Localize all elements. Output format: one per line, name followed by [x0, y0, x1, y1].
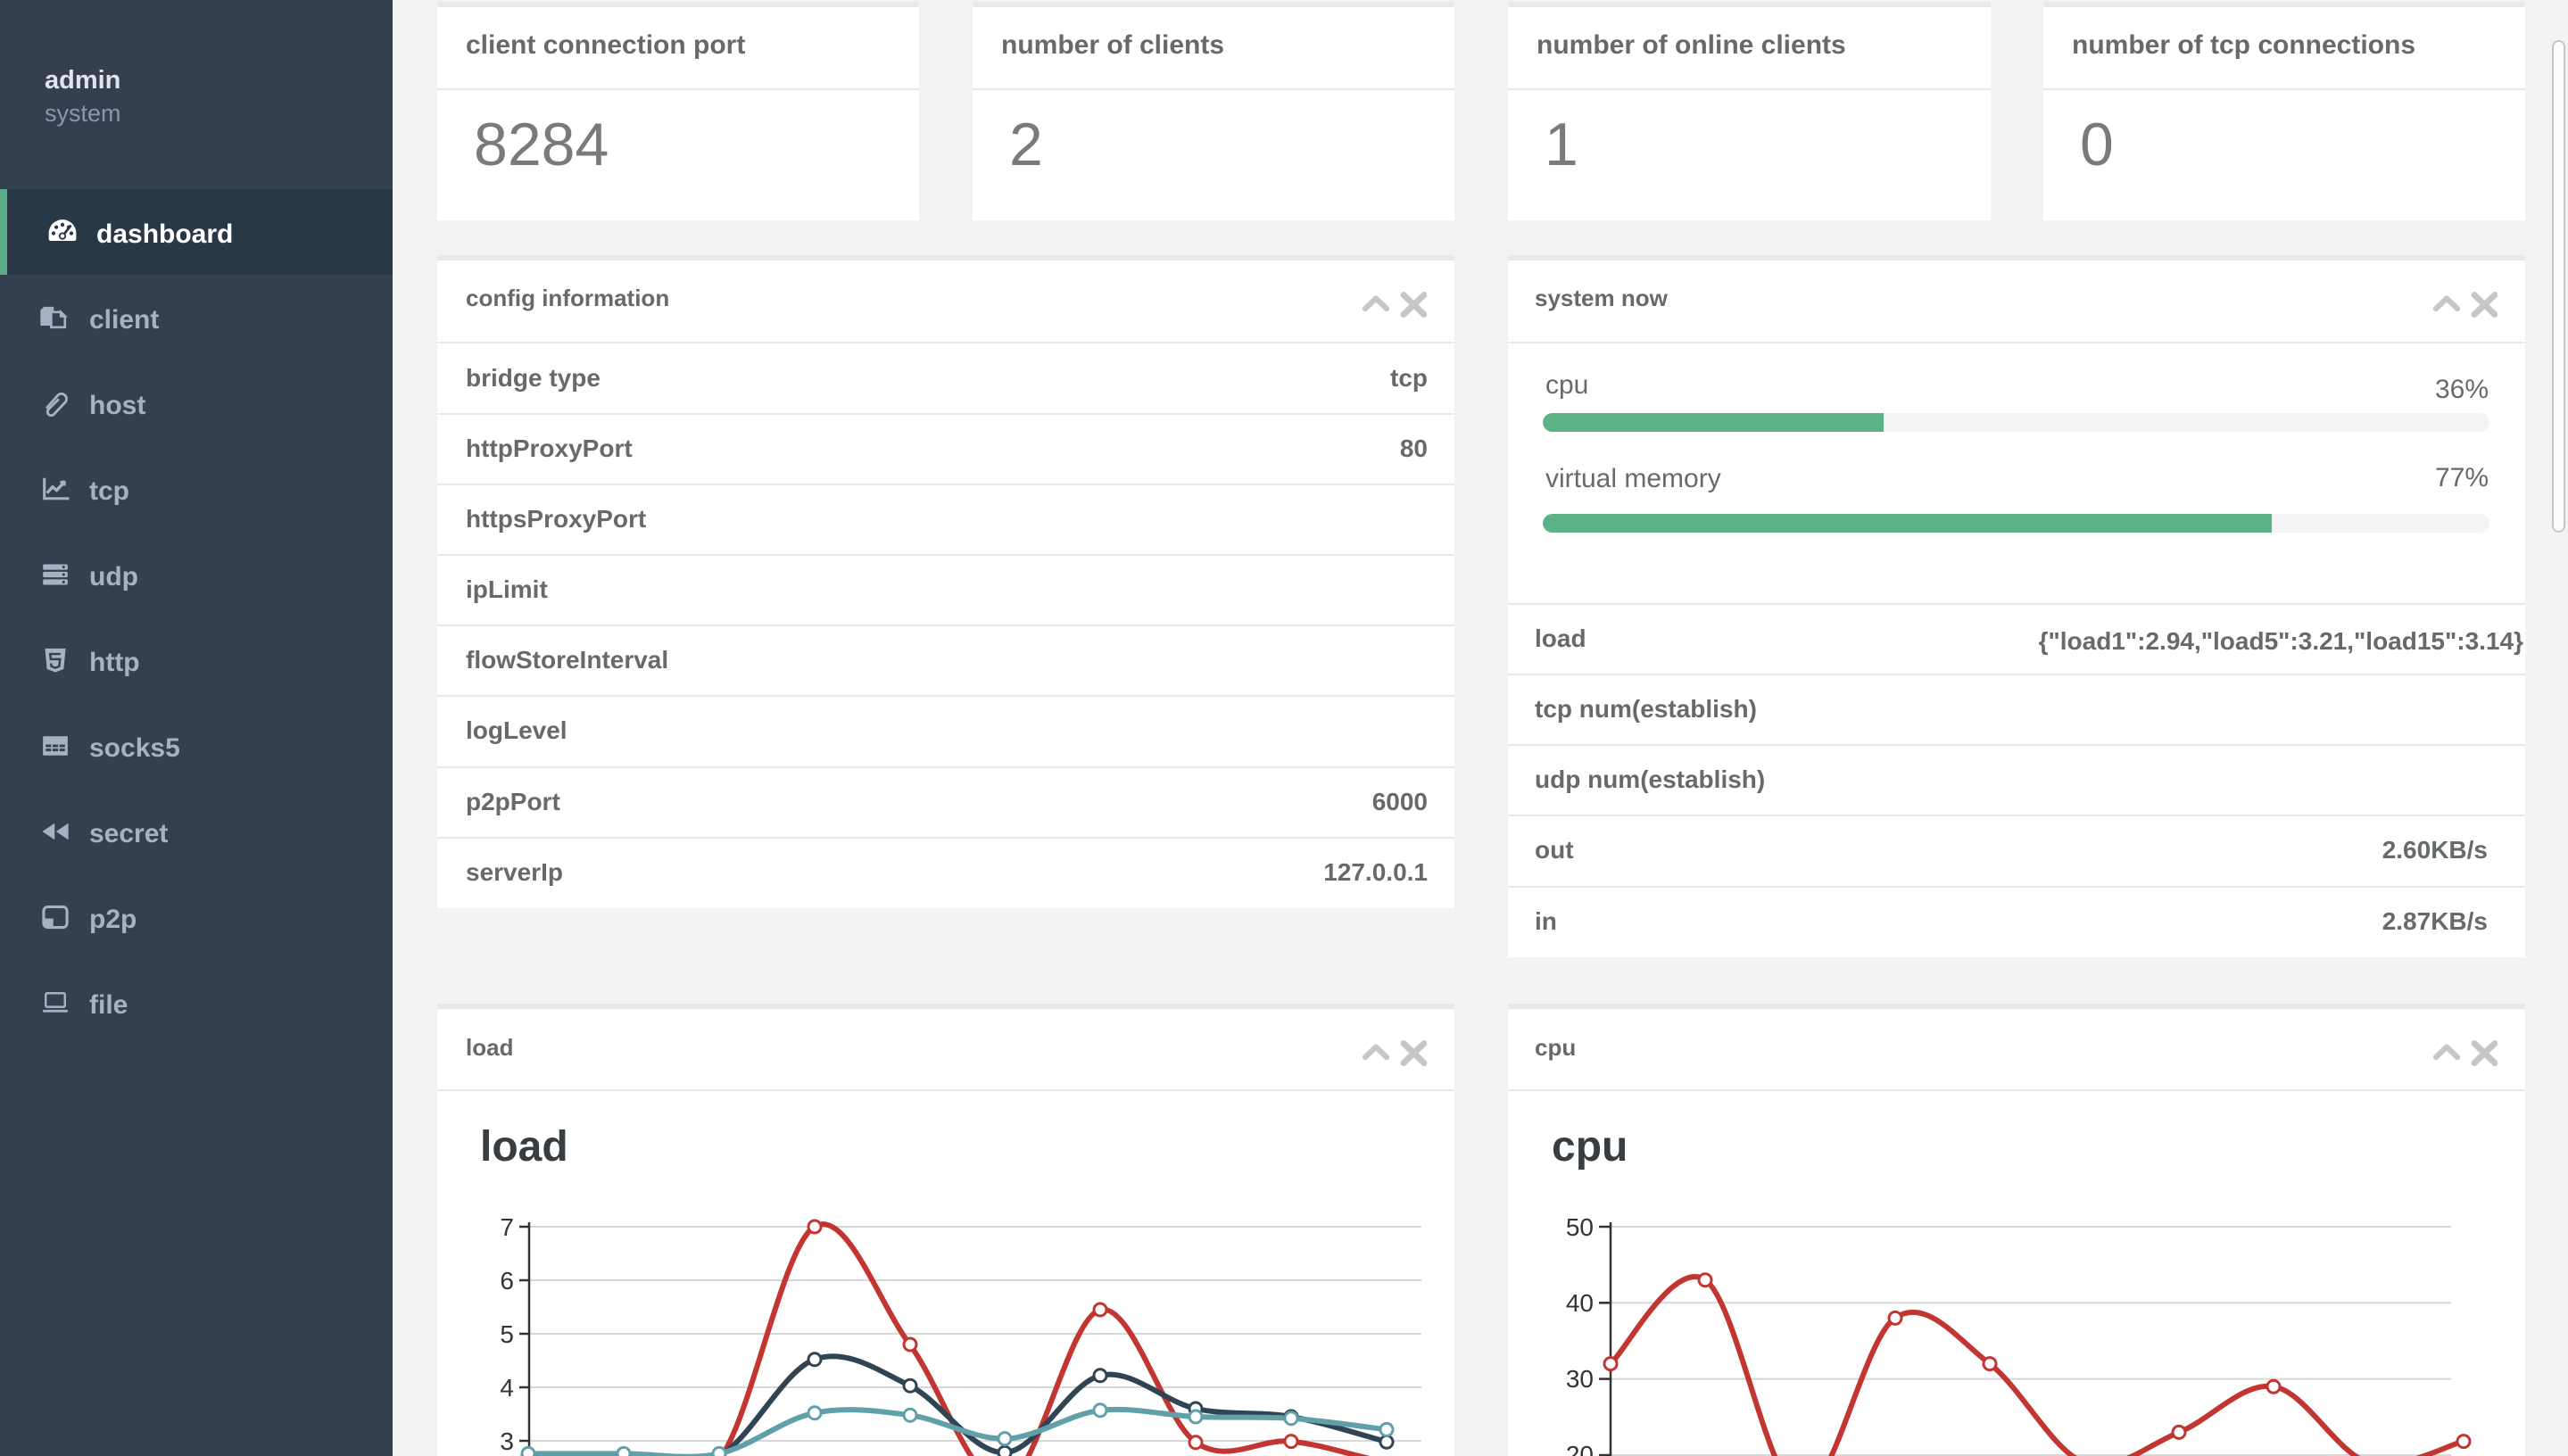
svg-text:30: 30 — [1566, 1365, 1594, 1393]
svg-text:50: 50 — [1566, 1213, 1594, 1241]
svg-text:5: 5 — [500, 1320, 514, 1348]
svg-text:20: 20 — [1566, 1441, 1594, 1456]
svg-text:7: 7 — [500, 1213, 514, 1241]
svg-text:6: 6 — [500, 1267, 514, 1295]
svg-text:3: 3 — [500, 1427, 514, 1455]
svg-text:4: 4 — [500, 1374, 514, 1402]
svg-text:40: 40 — [1566, 1289, 1594, 1317]
